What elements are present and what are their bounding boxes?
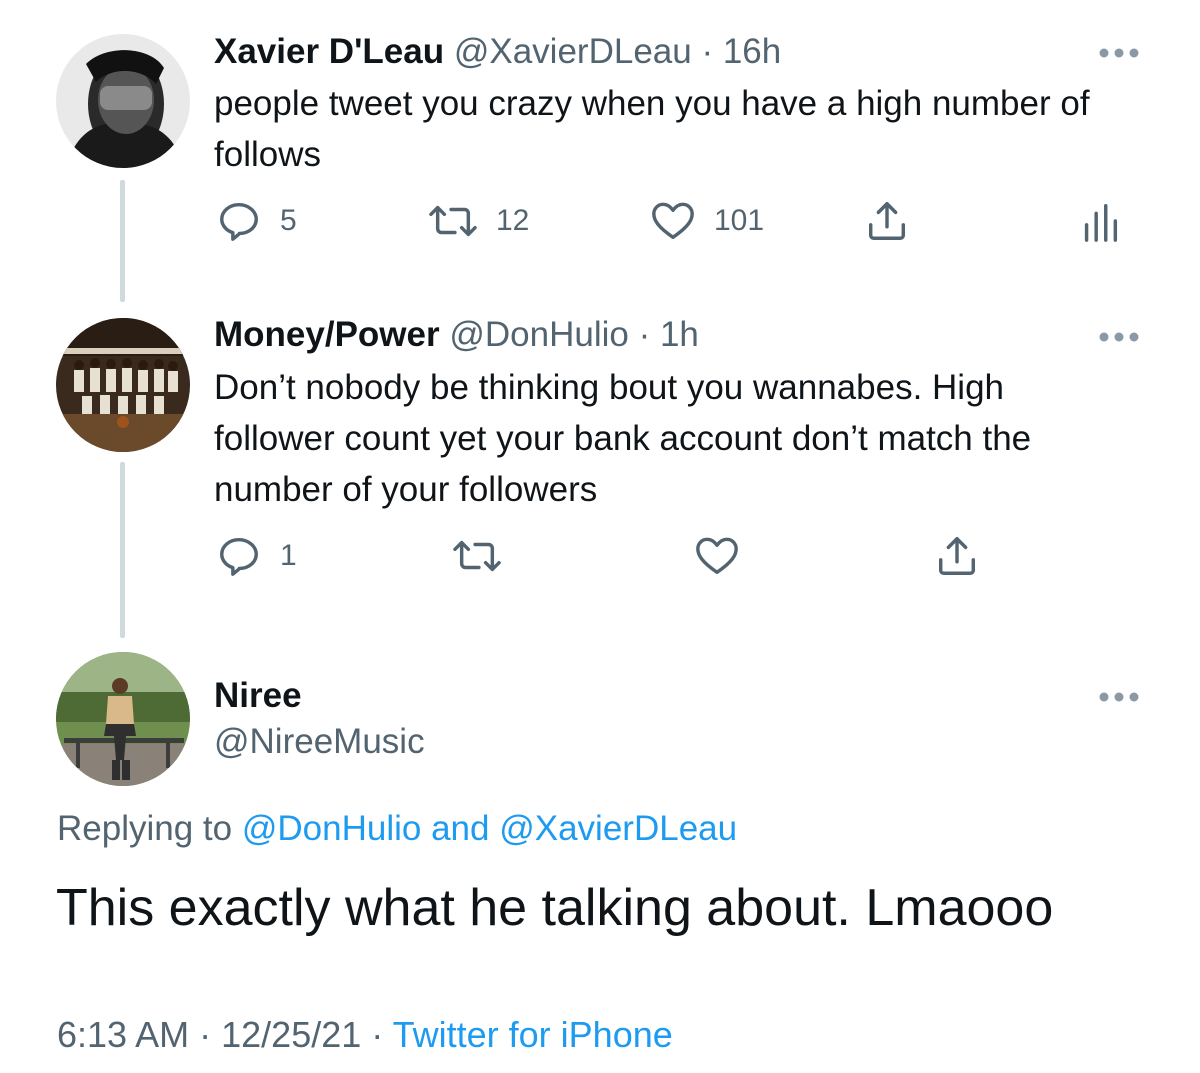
tweet-source-link[interactable]: Twitter for iPhone bbox=[393, 1014, 673, 1055]
user-handle[interactable]: @DonHulio bbox=[449, 315, 629, 354]
tweet-text: people tweet you crazy when you have a h… bbox=[214, 84, 1090, 174]
avatar-image bbox=[56, 652, 190, 786]
heart-icon bbox=[652, 202, 694, 240]
replying-prefix: Replying to bbox=[57, 809, 233, 848]
tweet-time[interactable]: 1h bbox=[660, 315, 699, 354]
more-options-icon[interactable] bbox=[1098, 690, 1140, 702]
avatar-image bbox=[56, 34, 190, 168]
replying-to: Replying to @DonHulio and @XavierDLeau bbox=[57, 806, 737, 852]
like-count: 101 bbox=[714, 204, 765, 237]
tweet-time[interactable]: 16h bbox=[723, 32, 781, 71]
avatar-niree[interactable] bbox=[56, 652, 190, 786]
share-icon bbox=[938, 537, 976, 575]
avatar-image bbox=[56, 318, 190, 452]
reply-button[interactable]: 5 bbox=[216, 198, 297, 244]
more-options-icon[interactable] bbox=[1098, 46, 1140, 58]
display-name[interactable]: Xavier D'Leau bbox=[214, 32, 444, 71]
retweet-icon bbox=[453, 540, 501, 572]
display-name[interactable]: Niree bbox=[214, 676, 302, 715]
retweet-button[interactable] bbox=[452, 533, 502, 579]
tweet-meta: 6:13 AM · 12/25/21 · Twitter for iPhone bbox=[57, 1012, 673, 1058]
avatar-xavier[interactable] bbox=[56, 34, 190, 168]
tweet-text: Don’t nobody be thinking bout you wannab… bbox=[214, 368, 1032, 509]
tweet-timestamp[interactable]: 6:13 AM bbox=[57, 1014, 189, 1055]
reply-icon bbox=[220, 202, 258, 241]
user-handle[interactable]: @NireeMusic bbox=[214, 722, 425, 761]
avatar-donhulio[interactable] bbox=[56, 318, 190, 452]
like-button[interactable]: 101 bbox=[650, 198, 764, 244]
analytics-icon bbox=[1084, 203, 1118, 242]
tweet-header: Xavier D'Leau @XavierDLeau · 16h bbox=[214, 32, 781, 72]
heart-icon bbox=[696, 537, 738, 575]
main-tweet-text: This exactly what he talking about. Lmao… bbox=[56, 879, 1054, 937]
reply-count: 5 bbox=[280, 204, 297, 237]
analytics-button[interactable] bbox=[1080, 198, 1120, 244]
separator-dot: · bbox=[199, 1014, 212, 1055]
separator-dot: · bbox=[371, 1014, 384, 1055]
tweet-date[interactable]: 12/25/21 bbox=[221, 1014, 361, 1055]
retweet-icon bbox=[429, 205, 477, 237]
share-button[interactable] bbox=[864, 198, 910, 244]
user-handle[interactable]: @XavierDLeau bbox=[454, 32, 692, 71]
tweet-header: Niree bbox=[214, 676, 302, 716]
reply-icon bbox=[220, 537, 258, 576]
display-name[interactable]: Money/Power bbox=[214, 315, 440, 354]
retweet-button[interactable]: 12 bbox=[428, 198, 529, 244]
tweet-header: Money/Power @DonHulio · 1h bbox=[214, 315, 699, 355]
thread-line bbox=[120, 462, 125, 638]
separator-dot: · bbox=[638, 315, 651, 354]
share-button[interactable] bbox=[934, 533, 980, 579]
like-button[interactable] bbox=[694, 533, 740, 579]
share-icon bbox=[868, 202, 906, 240]
reply-button[interactable]: 1 bbox=[216, 533, 297, 579]
separator-dot: · bbox=[701, 32, 714, 71]
reply-count: 1 bbox=[280, 539, 297, 572]
more-options-icon[interactable] bbox=[1098, 330, 1140, 342]
user-handle-row: @NireeMusic bbox=[214, 722, 425, 762]
mention-link[interactable]: @DonHulio and @XavierDLeau bbox=[242, 809, 737, 848]
thread-line bbox=[120, 180, 125, 302]
retweet-count: 12 bbox=[496, 204, 530, 237]
